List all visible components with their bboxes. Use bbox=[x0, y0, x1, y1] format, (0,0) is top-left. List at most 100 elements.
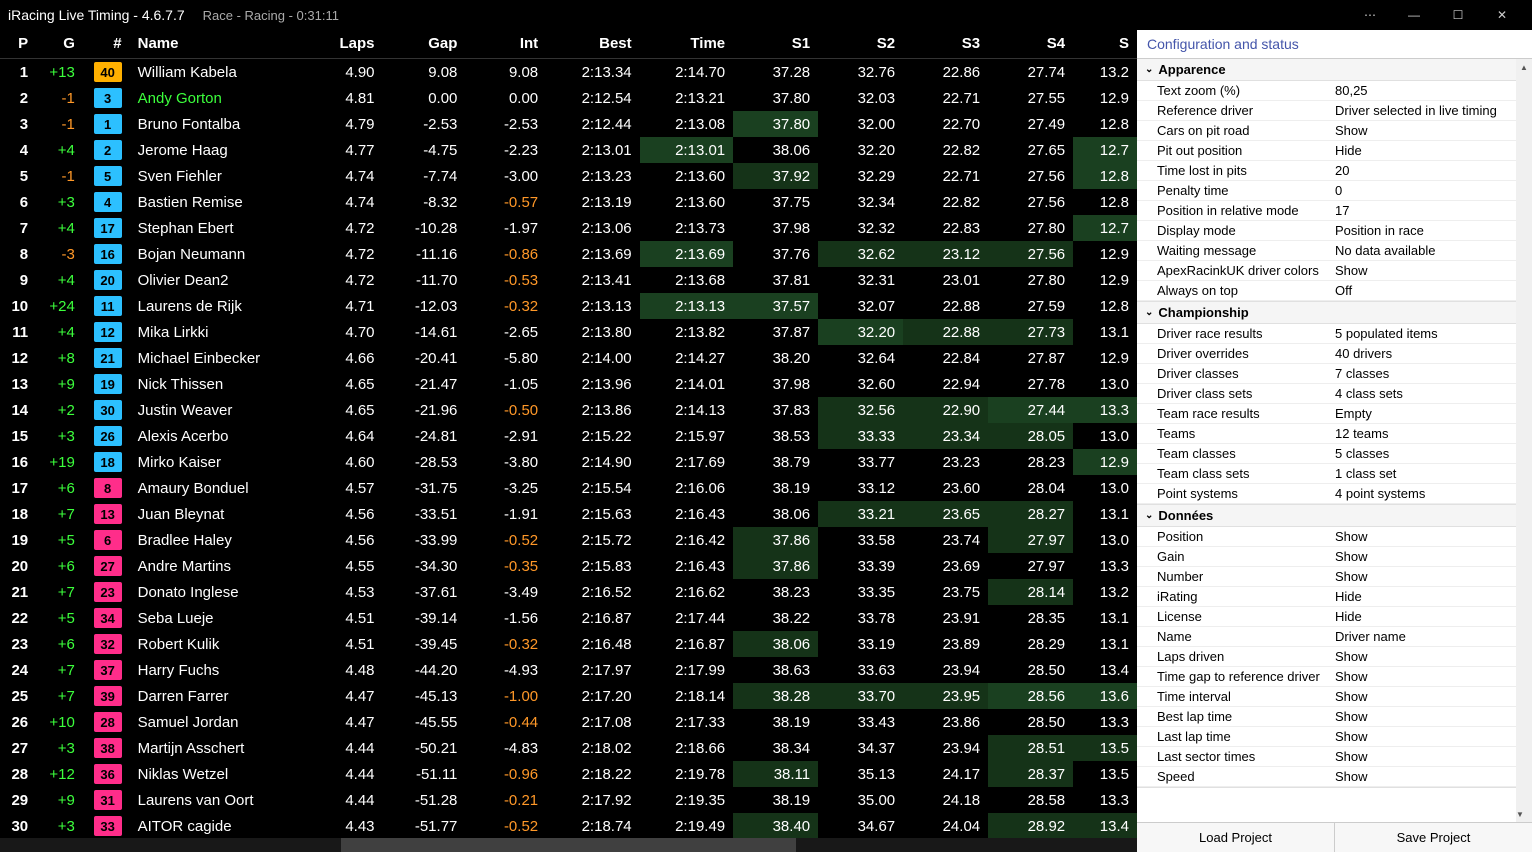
table-row[interactable]: 7+417Stephan Ebert4.72-10.28-1.972:13.06… bbox=[0, 215, 1137, 241]
prop-value: Off bbox=[1335, 283, 1524, 298]
table-row[interactable]: 25+739Darren Farrer4.47-45.13-1.002:17.2… bbox=[0, 683, 1137, 709]
cell-laps: 4.64 bbox=[321, 423, 383, 449]
prop-key: Team race results bbox=[1157, 406, 1335, 421]
config-property[interactable]: Cars on pit roadShow bbox=[1137, 121, 1532, 141]
config-property[interactable]: Laps drivenShow bbox=[1137, 647, 1532, 667]
config-body[interactable]: ▲ ▼ ⌄ApparenceText zoom (%)80,25Referenc… bbox=[1137, 58, 1532, 822]
maximize-icon[interactable]: ☐ bbox=[1436, 0, 1480, 30]
config-property[interactable]: PositionShow bbox=[1137, 527, 1532, 547]
section-header[interactable]: ⌄Données bbox=[1137, 505, 1532, 527]
config-property[interactable]: Display modePosition in race bbox=[1137, 221, 1532, 241]
table-row[interactable]: 5-15Sven Fiehler4.74-7.74-3.002:13.232:1… bbox=[0, 163, 1137, 189]
cell-gap: -51.77 bbox=[383, 813, 466, 839]
config-property[interactable]: Team classes5 classes bbox=[1137, 444, 1532, 464]
section-header[interactable]: ⌄Apparence bbox=[1137, 59, 1532, 81]
config-property[interactable]: Last sector timesShow bbox=[1137, 747, 1532, 767]
table-row[interactable]: 6+34Bastien Remise4.74-8.32-0.572:13.192… bbox=[0, 189, 1137, 215]
config-property[interactable]: iRatingHide bbox=[1137, 587, 1532, 607]
cell-gain: +10 bbox=[36, 709, 83, 735]
table-row[interactable]: 9+420Olivier Dean24.72-11.70-0.532:13.41… bbox=[0, 267, 1137, 293]
table-row[interactable]: 22+534Seba Lueje4.51-39.14-1.562:16.872:… bbox=[0, 605, 1137, 631]
cell-name: Amaury Bonduel bbox=[130, 475, 321, 501]
config-property[interactable]: Penalty time0 bbox=[1137, 181, 1532, 201]
cell-s5: 12.8 bbox=[1073, 189, 1137, 215]
minimize-icon[interactable]: ― bbox=[1392, 0, 1436, 30]
config-footer: Load Project Save Project bbox=[1137, 822, 1532, 852]
config-property[interactable]: Reference driverDriver selected in live … bbox=[1137, 101, 1532, 121]
cell-s2: 32.00 bbox=[818, 111, 903, 137]
config-property[interactable]: Text zoom (%)80,25 bbox=[1137, 81, 1532, 101]
table-row[interactable]: 27+338Martijn Asschert4.44-50.21-4.832:1… bbox=[0, 735, 1137, 761]
table-row[interactable]: 12+821Michael Einbecker4.66-20.41-5.802:… bbox=[0, 345, 1137, 371]
config-property[interactable]: Time intervalShow bbox=[1137, 687, 1532, 707]
cell-best: 2:15.63 bbox=[546, 501, 640, 527]
table-row[interactable]: 4+42Jerome Haag4.77-4.75-2.232:13.012:13… bbox=[0, 137, 1137, 163]
table-row[interactable]: 16+1918Mirko Kaiser4.60-28.53-3.802:14.9… bbox=[0, 449, 1137, 475]
config-property[interactable]: Point systems4 point systems bbox=[1137, 484, 1532, 504]
cell-s5: 12.8 bbox=[1073, 111, 1137, 137]
config-property[interactable]: Always on topOff bbox=[1137, 281, 1532, 301]
cell-gap: -14.61 bbox=[383, 319, 466, 345]
table-row[interactable]: 3-11Bruno Fontalba4.79-2.53-2.532:12.442… bbox=[0, 111, 1137, 137]
config-property[interactable]: Teams12 teams bbox=[1137, 424, 1532, 444]
table-row[interactable]: 11+412Mika Lirkki4.70-14.61-2.652:13.802… bbox=[0, 319, 1137, 345]
config-property[interactable]: LicenseHide bbox=[1137, 607, 1532, 627]
table-row[interactable]: 1+1340William Kabela4.909.089.082:13.342… bbox=[0, 59, 1137, 86]
config-property[interactable]: NumberShow bbox=[1137, 567, 1532, 587]
cell-s1: 37.81 bbox=[733, 267, 818, 293]
table-row[interactable]: 2-13Andy Gorton4.810.000.002:12.542:13.2… bbox=[0, 85, 1137, 111]
scroll-up-icon[interactable]: ▲ bbox=[1516, 59, 1532, 75]
v-scrollbar[interactable]: ▲ ▼ bbox=[1516, 59, 1532, 822]
table-row[interactable]: 28+1236Niklas Wetzel4.44-51.11-0.962:18.… bbox=[0, 761, 1137, 787]
more-icon[interactable]: ⋯ bbox=[1348, 0, 1392, 30]
table-row[interactable]: 19+56Bradlee Haley4.56-33.99-0.522:15.72… bbox=[0, 527, 1137, 553]
config-property[interactable]: Team race resultsEmpty bbox=[1137, 404, 1532, 424]
prop-key: License bbox=[1157, 609, 1335, 624]
h-scrollbar[interactable] bbox=[0, 838, 1137, 852]
close-icon[interactable]: ✕ bbox=[1480, 0, 1524, 30]
cell-s2: 33.21 bbox=[818, 501, 903, 527]
config-property[interactable]: Driver classes7 classes bbox=[1137, 364, 1532, 384]
table-row[interactable]: 15+326Alexis Acerbo4.64-24.81-2.912:15.2… bbox=[0, 423, 1137, 449]
cell-s2: 32.34 bbox=[818, 189, 903, 215]
config-property[interactable]: Time lost in pits20 bbox=[1137, 161, 1532, 181]
prop-value: Show bbox=[1335, 263, 1524, 278]
load-project-button[interactable]: Load Project bbox=[1137, 823, 1335, 852]
config-property[interactable]: Last lap timeShow bbox=[1137, 727, 1532, 747]
config-property[interactable]: Position in relative mode17 bbox=[1137, 201, 1532, 221]
table-row[interactable]: 30+333AITOR cagide4.43-51.77-0.522:18.74… bbox=[0, 813, 1137, 839]
cell-int: -2.23 bbox=[465, 137, 546, 163]
config-property[interactable]: Driver race results5 populated items bbox=[1137, 324, 1532, 344]
table-row[interactable]: 8-316Bojan Neumann4.72-11.16-0.862:13.69… bbox=[0, 241, 1137, 267]
config-property[interactable]: ApexRacinkUK driver colorsShow bbox=[1137, 261, 1532, 281]
scroll-down-icon[interactable]: ▼ bbox=[1516, 806, 1524, 822]
table-row[interactable]: 14+230Justin Weaver4.65-21.96-0.502:13.8… bbox=[0, 397, 1137, 423]
config-property[interactable]: Pit out positionHide bbox=[1137, 141, 1532, 161]
config-property[interactable]: GainShow bbox=[1137, 547, 1532, 567]
table-row[interactable]: 10+2411Laurens de Rijk4.71-12.03-0.322:1… bbox=[0, 293, 1137, 319]
config-property[interactable]: SpeedShow bbox=[1137, 767, 1532, 787]
config-property[interactable]: NameDriver name bbox=[1137, 627, 1532, 647]
table-row[interactable]: 17+68Amaury Bonduel4.57-31.75-3.252:15.5… bbox=[0, 475, 1137, 501]
table-row[interactable]: 26+1028Samuel Jordan4.47-45.55-0.442:17.… bbox=[0, 709, 1137, 735]
section-header[interactable]: ⌄Championship bbox=[1137, 302, 1532, 324]
cell-time: 2:15.97 bbox=[640, 423, 734, 449]
config-property[interactable]: Team class sets1 class set bbox=[1137, 464, 1532, 484]
table-row[interactable]: 21+723Donato Inglese4.53-37.61-3.492:16.… bbox=[0, 579, 1137, 605]
config-property[interactable]: Driver overrides40 drivers bbox=[1137, 344, 1532, 364]
table-row[interactable]: 18+713Juan Bleynat4.56-33.51-1.912:15.63… bbox=[0, 501, 1137, 527]
table-row[interactable]: 13+919Nick Thissen4.65-21.47-1.052:13.96… bbox=[0, 371, 1137, 397]
config-property[interactable]: Driver class sets4 class sets bbox=[1137, 384, 1532, 404]
table-row[interactable]: 29+931Laurens van Oort4.44-51.28-0.212:1… bbox=[0, 787, 1137, 813]
table-row[interactable]: 23+632Robert Kulik4.51-39.45-0.322:16.48… bbox=[0, 631, 1137, 657]
config-property[interactable]: Best lap timeShow bbox=[1137, 707, 1532, 727]
cell-s1: 37.98 bbox=[733, 215, 818, 241]
cell-s4: 28.92 bbox=[988, 813, 1073, 839]
save-project-button[interactable]: Save Project bbox=[1335, 823, 1532, 852]
config-property[interactable]: Time gap to reference driverShow bbox=[1137, 667, 1532, 687]
table-row[interactable]: 24+737Harry Fuchs4.48-44.20-4.932:17.972… bbox=[0, 657, 1137, 683]
cell-name: Darren Farrer bbox=[130, 683, 321, 709]
config-property[interactable]: Waiting messageNo data available bbox=[1137, 241, 1532, 261]
table-row[interactable]: 20+627Andre Martins4.55-34.30-0.352:15.8… bbox=[0, 553, 1137, 579]
cell-gap: -24.81 bbox=[383, 423, 466, 449]
